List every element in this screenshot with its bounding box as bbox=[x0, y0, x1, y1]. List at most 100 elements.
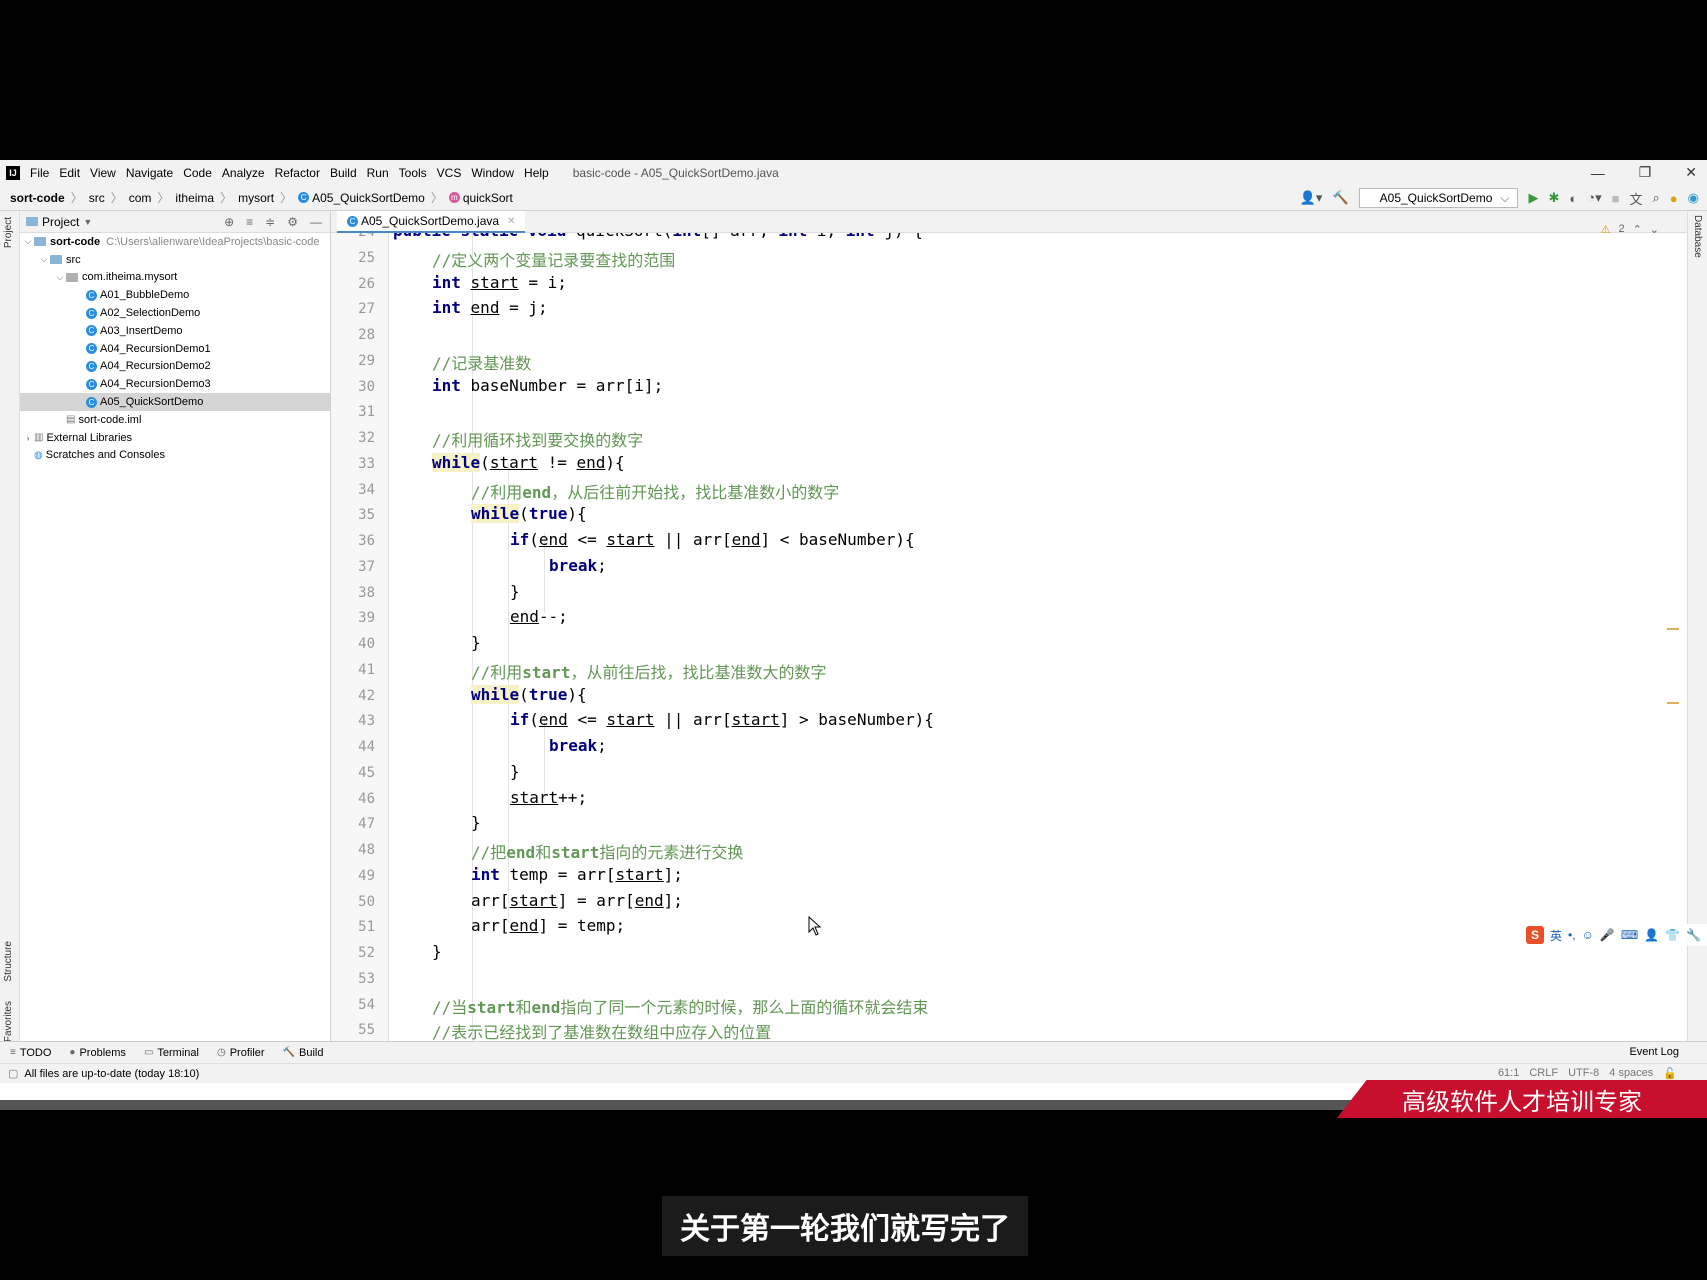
menu-build[interactable]: Build bbox=[330, 166, 357, 180]
gear-icon[interactable]: ⚙ bbox=[287, 215, 298, 229]
code-line: //表示已经找到了基准数在数组中应存入的位置 bbox=[432, 1023, 772, 1041]
line-number: 35 bbox=[358, 507, 375, 524]
breadcrumb-item[interactable]: src 〉 bbox=[89, 189, 129, 206]
chevron-down-icon[interactable]: ⌵ bbox=[38, 254, 50, 265]
line-number: 34 bbox=[358, 481, 375, 498]
tool-tab-label: Profiler bbox=[229, 1046, 265, 1059]
ime-language[interactable]: 英 bbox=[1550, 927, 1562, 944]
tree-file[interactable]: C A04_RecursionDemo3 bbox=[20, 375, 330, 393]
line-number: 27 bbox=[358, 301, 375, 318]
menu-window[interactable]: Window bbox=[471, 166, 514, 180]
tree-iml[interactable]: ▤ sort-code.iml bbox=[20, 411, 330, 429]
tree-scratches[interactable]: ◍ Scratches and Consoles bbox=[20, 447, 330, 465]
menu-run[interactable]: Run bbox=[367, 166, 389, 180]
menu-help[interactable]: Help bbox=[524, 166, 549, 180]
menu-refactor[interactable]: Refactor bbox=[275, 166, 320, 180]
collapse-all-icon[interactable]: ≑ bbox=[265, 215, 275, 229]
user-icon[interactable]: 👤▾ bbox=[1300, 190, 1323, 206]
inspection-widget[interactable]: ⚠ 2 ⌃ ⌄ bbox=[1601, 223, 1659, 236]
minimize-icon[interactable]: — bbox=[1591, 165, 1605, 181]
breadcrumb-label: A05_QuickSortDemo bbox=[312, 190, 425, 205]
project-view-select[interactable]: Project bbox=[42, 215, 79, 229]
keyboard-icon[interactable]: ⌨ bbox=[1621, 928, 1638, 942]
menu-navigate[interactable]: Navigate bbox=[126, 166, 173, 180]
menu-code[interactable]: Code bbox=[183, 166, 212, 180]
project-tool-tab[interactable]: Project bbox=[3, 217, 14, 248]
chevron-down-icon[interactable]: ⌵ bbox=[54, 272, 66, 283]
chevron-down-icon[interactable]: ⌄ bbox=[1650, 223, 1659, 236]
menu-vcs[interactable]: VCS bbox=[437, 166, 462, 180]
debug-icon[interactable]: ✱ bbox=[1548, 190, 1559, 206]
tree-external-libraries[interactable]: › ▥ External Libraries bbox=[20, 429, 330, 447]
code-line: break; bbox=[549, 555, 607, 575]
breadcrumb-item[interactable]: com 〉 bbox=[129, 189, 176, 206]
tree-file[interactable]: C A02_SelectionDemo bbox=[20, 304, 330, 322]
line-number: 55 bbox=[358, 1022, 375, 1039]
locate-icon[interactable]: ⊕ bbox=[224, 215, 234, 229]
menu-analyze[interactable]: Analyze bbox=[222, 166, 265, 180]
shirt-icon[interactable]: 👕 bbox=[1665, 928, 1680, 942]
tree-scratches-label: Scratches and Consoles bbox=[45, 449, 165, 462]
tree-root-label: sort-code bbox=[50, 235, 101, 248]
tree-file[interactable]: C A01_BubbleDemo bbox=[20, 286, 330, 304]
menu-edit[interactable]: Edit bbox=[59, 166, 80, 180]
chevron-up-icon[interactable]: ⌃ bbox=[1633, 223, 1642, 236]
microphone-icon[interactable]: 🎤 bbox=[1600, 928, 1615, 942]
tool-tab-build[interactable]: 🔨 Build bbox=[283, 1047, 324, 1059]
tool-tab-terminal[interactable]: ▭ Terminal bbox=[144, 1047, 199, 1059]
breadcrumb-item[interactable]: sort-code 〉 bbox=[10, 189, 89, 206]
file-encoding[interactable]: UTF-8 bbox=[1568, 1067, 1599, 1080]
tool-tab-todo[interactable]: ≡ TODO bbox=[10, 1047, 51, 1059]
close-icon[interactable]: ✕ bbox=[1685, 164, 1697, 181]
database-tool-tab[interactable]: Database bbox=[1692, 215, 1703, 258]
hide-icon[interactable]: — bbox=[310, 215, 322, 229]
punctuation-icon[interactable]: •, bbox=[1568, 928, 1576, 942]
code-area[interactable]: public static void quickSort(int[] arr, … bbox=[391, 233, 1641, 1041]
breadcrumb-item[interactable]: itheima 〉 bbox=[175, 189, 238, 206]
lock-icon[interactable]: 🔓 bbox=[1663, 1067, 1677, 1080]
line-number: 45 bbox=[358, 764, 375, 781]
hammer-icon[interactable]: 🔨 bbox=[1332, 190, 1348, 206]
tree-src[interactable]: ⌵ src bbox=[20, 251, 330, 269]
tree-package[interactable]: ⌵ com.itheima.mysort bbox=[20, 269, 330, 287]
tab-a05-quicksortdemo[interactable]: C A05_QuickSortDemo.java ✕ bbox=[337, 211, 526, 233]
tool-tab-profiler[interactable]: ◷ Profiler bbox=[217, 1047, 265, 1059]
expand-all-icon[interactable]: ≡ bbox=[246, 215, 253, 229]
run-icon[interactable]: ▶ bbox=[1528, 190, 1538, 206]
close-tab-icon[interactable]: ✕ bbox=[507, 216, 515, 227]
restore-icon[interactable]: ❐ bbox=[1639, 164, 1652, 181]
menu-tools[interactable]: Tools bbox=[399, 166, 427, 180]
breadcrumb-item[interactable]: m quickSort bbox=[448, 191, 513, 205]
breadcrumb-item[interactable]: mysort 〉 bbox=[238, 189, 298, 206]
search-icon[interactable]: ⌕ bbox=[1653, 190, 1660, 206]
update-icon[interactable]: ● bbox=[1670, 191, 1678, 206]
structure-tool-tab[interactable]: Structure bbox=[3, 941, 14, 982]
tree-file[interactable]: C A04_RecursionDemo2 bbox=[20, 358, 330, 376]
coverage-icon[interactable]: ◐ bbox=[1569, 191, 1577, 206]
emoji-icon[interactable]: ☺ bbox=[1582, 928, 1594, 942]
menu-view[interactable]: View bbox=[90, 166, 116, 180]
chevron-right-icon[interactable]: › bbox=[22, 433, 34, 443]
translate-icon[interactable]: 文 bbox=[1630, 189, 1643, 208]
line-separator[interactable]: CRLF bbox=[1529, 1067, 1558, 1080]
wrench-icon[interactable]: 🔧 bbox=[1686, 928, 1701, 942]
run-config-select[interactable]: A05_QuickSortDemo ⌵ bbox=[1358, 188, 1519, 208]
event-log-button[interactable]: Event Log bbox=[1629, 1046, 1679, 1058]
profile-icon[interactable]: ◔▾ bbox=[1587, 190, 1601, 206]
chevron-down-icon[interactable]: ⌵ bbox=[22, 236, 34, 247]
tree-file[interactable]: C A04_RecursionDemo1 bbox=[20, 340, 330, 358]
tree-root[interactable]: ⌵ sort-code C:\Users\alienware\IdeaProject… bbox=[20, 233, 330, 251]
favorites-tool-tab[interactable]: Favorites bbox=[3, 1001, 14, 1042]
tree-file[interactable]: C A05_QuickSortDemo bbox=[20, 393, 330, 411]
breadcrumb-item[interactable]: C A05_QuickSortDemo 〉 bbox=[298, 189, 449, 206]
tool-tab-problems[interactable]: ● Problems bbox=[69, 1047, 126, 1059]
stripe-mark[interactable] bbox=[1667, 702, 1679, 704]
tree-file[interactable]: C A03_InsertDemo bbox=[20, 322, 330, 340]
menu-file[interactable]: File bbox=[30, 166, 49, 180]
stripe-mark[interactable] bbox=[1667, 628, 1679, 630]
caret-position[interactable]: 61:1 bbox=[1498, 1067, 1519, 1080]
plugin-icon[interactable]: ◉ bbox=[1688, 190, 1699, 206]
user-icon[interactable]: 👤 bbox=[1644, 928, 1659, 942]
indent-setting[interactable]: 4 spaces bbox=[1609, 1067, 1653, 1080]
stop-icon[interactable]: ■ bbox=[1612, 191, 1620, 206]
